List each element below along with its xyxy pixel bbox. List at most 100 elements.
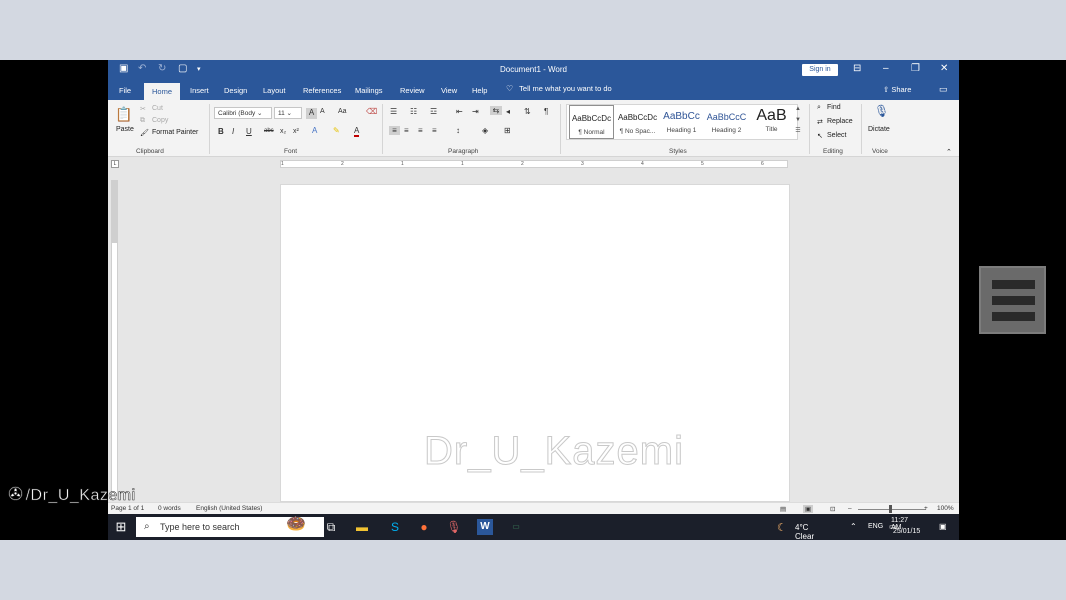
font-size-dropdown[interactable]: 11 ⌄ — [274, 107, 302, 119]
tab-mailings[interactable]: Mailings — [355, 86, 383, 95]
grow-font-icon[interactable]: A — [306, 108, 317, 119]
tab-home[interactable]: Home — [144, 83, 181, 100]
horizontal-ruler[interactable]: 1 2 1 1 2 3 4 5 6 — [280, 160, 788, 168]
text-effects-icon[interactable]: A — [312, 126, 317, 135]
bullets-icon[interactable]: ☰ — [390, 107, 397, 116]
style-title[interactable]: AaB Title — [749, 105, 794, 139]
windows-start-icon[interactable]: ⊞ — [113, 519, 129, 535]
share-button[interactable]: ⇧ Share — [883, 85, 911, 94]
tab-insert[interactable]: Insert — [190, 86, 209, 95]
voice-group-label: Voice — [872, 148, 888, 155]
lightbulb-icon: ♡ — [506, 84, 514, 93]
restore-button[interactable]: ❐ — [911, 63, 920, 74]
copy-button[interactable]: Copy — [152, 117, 168, 124]
minimize-button[interactable]: – — [883, 63, 889, 74]
zoom-slider[interactable] — [858, 509, 926, 510]
web-layout-icon[interactable]: ⊡ — [830, 505, 835, 513]
paste-button[interactable]: Paste — [116, 126, 134, 133]
word-count[interactable]: 0 words — [158, 505, 181, 512]
decrease-indent-icon[interactable]: ⇤ — [456, 107, 463, 116]
word-taskbar-icon[interactable]: W — [477, 519, 493, 535]
style-heading-2[interactable]: AaBbCcC Heading 2 — [704, 105, 749, 139]
replace-button[interactable]: Replace — [827, 118, 853, 125]
firefox-icon[interactable]: ● — [416, 519, 432, 535]
underline-button[interactable]: U — [246, 127, 252, 136]
dictate-button[interactable]: Dictate — [868, 126, 890, 133]
show-hide-icon[interactable]: ¶ — [544, 107, 548, 116]
align-center-icon[interactable]: ≡ — [404, 126, 409, 135]
ribbon-display-options-icon[interactable]: ⊟ — [853, 63, 861, 74]
page-count[interactable]: Page 1 of 1 — [111, 505, 144, 512]
language-indicator[interactable]: ENG — [868, 523, 883, 530]
skype-icon[interactable]: S — [387, 519, 403, 535]
menu-bar-line — [992, 296, 1035, 305]
tab-layout[interactable]: Layout — [263, 86, 286, 95]
shrink-font-icon[interactable]: A — [320, 108, 325, 115]
tab-references[interactable]: References — [303, 86, 341, 95]
read-mode-icon[interactable]: ▤ — [780, 505, 786, 513]
style-heading-1[interactable]: AaBbCc Heading 1 — [659, 105, 704, 139]
print-layout-icon[interactable]: ▣ — [803, 505, 814, 513]
borders-icon[interactable]: ⊞ — [504, 126, 511, 135]
tab-help[interactable]: Help — [472, 86, 487, 95]
app-taskbar-icon[interactable]: ▭ — [508, 519, 524, 535]
chevron-down-icon[interactable]: ▼ — [795, 117, 801, 123]
highlight-color-icon[interactable]: ✎ — [333, 126, 340, 135]
tab-design[interactable]: Design — [224, 86, 247, 95]
comments-icon[interactable]: ▭ — [939, 84, 948, 95]
more-styles-icon[interactable]: ☰ — [795, 128, 800, 134]
multilevel-list-icon[interactable]: ☲ — [430, 107, 437, 116]
tab-file[interactable]: File — [119, 86, 131, 95]
align-right-icon[interactable]: ≡ — [418, 126, 423, 135]
zoom-level[interactable]: 100% — [937, 505, 954, 512]
clock-date[interactable]: 25/01/15 — [893, 528, 920, 535]
notification-icon[interactable]: ▣ — [939, 522, 947, 531]
collapse-ribbon-icon[interactable]: ⌃ — [946, 148, 952, 156]
clear-formatting-icon[interactable]: ⌫ — [366, 107, 377, 116]
tell-me-search[interactable]: ♡ Tell me what you want to do — [506, 84, 612, 93]
tab-view[interactable]: View — [441, 86, 457, 95]
style-no-spacing[interactable]: AaBbCcDc ¶ No Spac... — [615, 105, 660, 139]
italic-button[interactable]: I — [232, 127, 234, 136]
numbering-icon[interactable]: ☷ — [410, 107, 417, 116]
styles-scroll[interactable]: ▲ ▼ ☰ — [792, 104, 804, 140]
sign-in-button[interactable]: Sign in — [802, 64, 838, 76]
chevron-up-icon[interactable]: ⌃ — [850, 522, 857, 531]
chevron-up-icon[interactable]: ▲ — [795, 106, 801, 112]
strikethrough-button[interactable]: abc — [264, 128, 274, 134]
hamburger-menu-overlay[interactable] — [979, 266, 1046, 334]
select-button[interactable]: Select — [827, 132, 846, 139]
format-painter-button[interactable]: Format Painter — [152, 129, 198, 136]
language-indicator[interactable]: English (United States) — [196, 505, 262, 512]
superscript-button[interactable]: x² — [293, 128, 299, 135]
zoom-out-icon[interactable]: – — [848, 505, 852, 512]
tab-selector[interactable]: L — [111, 160, 119, 168]
justify-icon[interactable]: ≡ — [432, 126, 437, 135]
text-direction-icon[interactable]: ⇆ — [490, 106, 502, 115]
sort-icon[interactable]: ⇅ — [524, 107, 531, 116]
file-explorer-icon[interactable]: ▬ — [354, 519, 370, 535]
align-left-icon[interactable]: ≡ — [389, 126, 400, 135]
rtl-icon[interactable]: ◂ — [506, 107, 510, 116]
shading-icon[interactable]: ◈ — [482, 126, 488, 135]
paste-icon[interactable]: 📋 — [115, 106, 132, 123]
weather-text[interactable]: 4°C Clear — [795, 523, 814, 540]
bold-button[interactable]: B — [218, 127, 224, 136]
microphone-icon[interactable]: 🎙 — [874, 104, 889, 118]
change-case-button[interactable]: Aa — [338, 108, 347, 115]
vertical-ruler[interactable] — [111, 180, 118, 500]
font-color-icon[interactable]: A — [354, 126, 360, 137]
zoom-slider-thumb[interactable] — [889, 505, 892, 513]
subscript-button[interactable]: x₂ — [280, 128, 286, 135]
increase-indent-icon[interactable]: ⇥ — [472, 107, 479, 116]
style-normal[interactable]: AaBbCcDc ¶ Normal — [569, 105, 614, 139]
zoom-in-icon[interactable]: + — [924, 505, 928, 512]
recorder-icon[interactable]: 🎙 — [446, 519, 462, 535]
close-button[interactable]: ✕ — [940, 63, 948, 74]
task-view-icon[interactable]: ⧉ — [323, 519, 339, 535]
cut-button[interactable]: Cut — [152, 105, 163, 112]
tab-review[interactable]: Review — [400, 86, 425, 95]
font-name-dropdown[interactable]: Calibri (Body ⌄ — [214, 107, 272, 119]
find-button[interactable]: Find — [827, 104, 841, 111]
line-spacing-icon[interactable]: ↕ — [456, 126, 460, 135]
